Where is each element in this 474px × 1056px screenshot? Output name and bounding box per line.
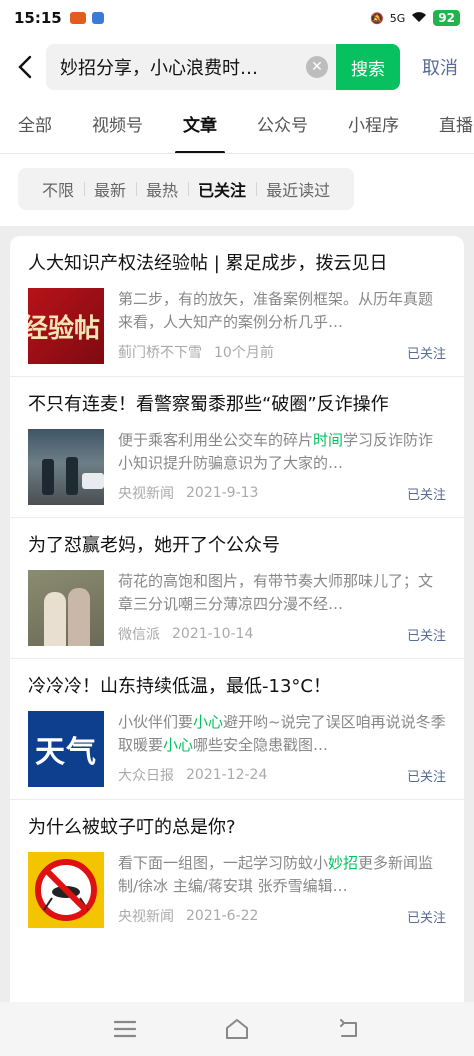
article-results: 人大知识产权法经验帖 | 累足成步，拨云见日 经验帖 第二步，有的放矢，准备案例…: [10, 236, 464, 1002]
article-title: 人大知识产权法经验帖 | 累足成步，拨云见日: [28, 253, 388, 274]
filter-latest[interactable]: 最新: [84, 177, 136, 201]
article-item[interactable]: 为了怼赢老妈，她开了个公众号 荷花的高饱和图片，有带节奏大师那味儿了；文章三分讥…: [10, 518, 464, 659]
back-arrow-icon: [18, 55, 32, 79]
followed-badge: 已关注: [406, 769, 446, 785]
filter-bar: 不限 最新 最热 已关注 最近读过: [18, 168, 355, 210]
article-source[interactable]: 大众日报: [118, 765, 174, 785]
article-thumbnail: [28, 429, 104, 505]
home-icon: [225, 1019, 248, 1039]
filter-recently-read[interactable]: 最近读过: [256, 177, 340, 201]
home-button[interactable]: [225, 1018, 249, 1040]
tab-mini-programs[interactable]: 小程序: [348, 98, 399, 153]
article-title: 不只有连麦！看警察蜀黍那些“破圈”反诈操作: [28, 394, 389, 415]
article-description: 第二步，有的放矢，准备案例框架。从历年真题来看，人大知产的案例分析几乎…: [118, 290, 434, 331]
followed-badge: 已关注: [406, 910, 446, 926]
article-thumbnail: [28, 852, 104, 928]
article-title: 冷冷冷！山东持续低温，最低-13°C！: [28, 676, 331, 697]
no-mosquito-icon: [35, 859, 97, 921]
filter-hottest[interactable]: 最热: [136, 177, 188, 201]
article-thumbnail: 经验帖: [28, 288, 104, 364]
wifi-icon: [411, 11, 427, 26]
menu-button[interactable]: [114, 1020, 137, 1038]
signal-icon: 5G: [389, 11, 406, 25]
article-description: 看下面一组图，一起学习防蚊小妙招更多新闻监制/徐冰 主编/蒋安琪 张乔雪编辑…: [118, 854, 434, 895]
article-item[interactable]: 不只有连麦！看警察蜀黍那些“破圈”反诈操作 便于乘客利用坐公交车的碎片时间学习反…: [10, 377, 464, 518]
article-thumbnail: 天气: [28, 711, 104, 787]
status-time: 15:15: [14, 9, 62, 27]
article-date: 2021-9-13: [186, 485, 259, 501]
tab-live[interactable]: 直播: [439, 98, 473, 153]
status-bar: 15:15 🔕 5G 92: [0, 0, 474, 36]
keyword-highlight: 小心: [163, 736, 194, 754]
article-item[interactable]: 人大知识产权法经验帖 | 累足成步，拨云见日 经验帖 第二步，有的放矢，准备案例…: [10, 236, 464, 377]
article-date: 10个月前: [214, 345, 274, 361]
tab-official-accounts[interactable]: 公众号: [257, 98, 308, 153]
article-title: 为了怼赢老妈，她开了个公众号: [28, 535, 280, 556]
article-item[interactable]: 冷冷冷！山东持续低温，最低-13°C！ 天气 小伙伴们要小心避开哟~说完了误区咱…: [10, 659, 464, 800]
battery-indicator: 92: [433, 10, 460, 26]
article-description: 便于乘客利用坐公交车的碎片时间学习反诈防诈小知识提升防骗意识为了大家的…: [118, 431, 434, 472]
cancel-button[interactable]: 取消: [422, 54, 464, 80]
weibo-icon: [91, 12, 104, 24]
return-icon: [339, 1019, 357, 1037]
article-date: 2021-12-24: [186, 767, 268, 783]
search-box[interactable]: ✕: [46, 44, 336, 90]
article-item[interactable]: 为什么被蚊子叮的总是你? 看下面一组图，一起学习防蚊小妙招更多新闻监制/徐冰 主…: [10, 800, 464, 940]
system-nav-bar: [0, 1002, 474, 1056]
article-description: 荷花的高饱和图片，有带节奏大师那味儿了；文章三分讥嘲三分薄凉四分漫不经…: [118, 572, 434, 613]
mute-icon: 🔕: [370, 11, 384, 25]
article-source[interactable]: 微信派: [118, 624, 160, 644]
article-date: 2021-6-22: [186, 908, 259, 924]
filter-area: 不限 最新 最热 已关注 最近读过: [0, 154, 474, 226]
article-date: 2021-10-14: [172, 626, 254, 642]
app-notification-icon: [69, 12, 86, 24]
search-button[interactable]: 搜索: [336, 44, 400, 90]
thumbnail-caption: 经验帖: [28, 314, 101, 344]
article-source[interactable]: 央视新闻: [118, 483, 174, 503]
keyword-highlight: 妙招: [328, 854, 359, 872]
filter-followed[interactable]: 已关注: [188, 177, 256, 201]
article-source[interactable]: 蓟门桥不下雪: [118, 342, 202, 362]
followed-badge: 已关注: [406, 346, 446, 362]
article-description: 小伙伴们要小心避开哟~说完了误区咱再说说冬季取暖要小心哪些安全隐患戳图…: [118, 713, 446, 754]
menu-icon: [114, 1020, 137, 1038]
article-title: 为什么被蚊子叮的总是你?: [28, 817, 236, 838]
followed-badge: 已关注: [406, 487, 446, 503]
search-header: ✕ 搜索 取消: [0, 36, 474, 98]
tab-all[interactable]: 全部: [18, 98, 52, 153]
clear-search-button[interactable]: ✕: [306, 56, 328, 78]
article-thumbnail: [28, 570, 104, 646]
back-nav-button[interactable]: [338, 1019, 360, 1039]
search-input[interactable]: [60, 56, 286, 78]
close-icon: ✕: [311, 59, 323, 75]
tab-channels[interactable]: 视频号: [92, 98, 143, 153]
result-type-tabs: 全部 视频号 文章 公众号 小程序 直播: [0, 98, 474, 154]
followed-badge: 已关注: [406, 628, 446, 644]
keyword-highlight: 小心: [193, 713, 224, 731]
article-source[interactable]: 央视新闻: [118, 906, 174, 926]
thumbnail-caption: 天气: [35, 735, 97, 770]
tab-articles[interactable]: 文章: [175, 98, 225, 153]
back-button[interactable]: [10, 47, 40, 87]
filter-any[interactable]: 不限: [32, 177, 84, 201]
keyword-highlight: 时间: [313, 431, 344, 449]
